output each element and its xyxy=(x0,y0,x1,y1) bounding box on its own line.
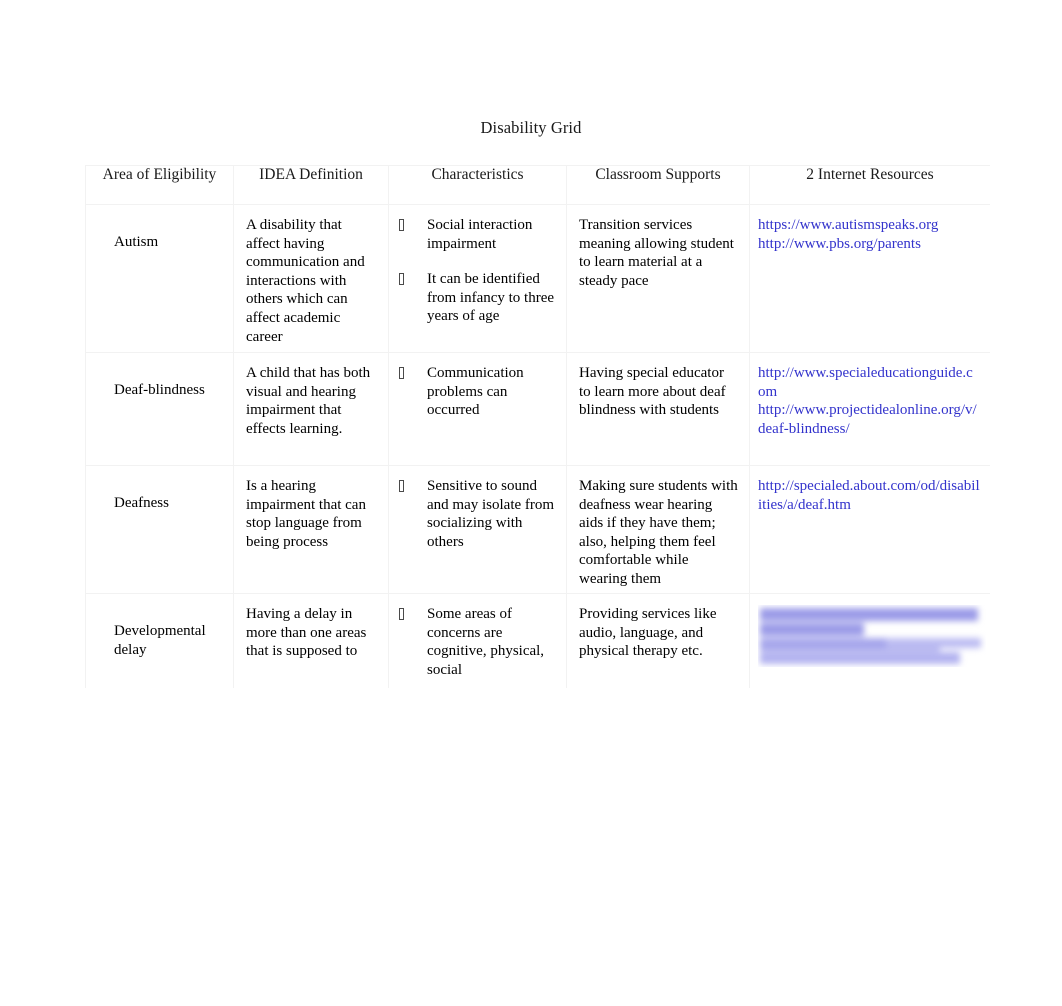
characteristics-list: Social interaction impairment It can be … xyxy=(389,205,566,326)
list-item: Social interaction impairment xyxy=(397,216,560,253)
cell-classroom-supports: Having special educator to learn more ab… xyxy=(566,352,750,466)
definition-text: A disability that affect having communic… xyxy=(246,217,365,345)
cell-characteristics: Social interaction impairment It can be … xyxy=(388,204,567,353)
classroom-support-text: Providing services like audio, language,… xyxy=(579,606,717,660)
page-title: Disability Grid xyxy=(480,118,582,137)
cell-characteristics: Some areas of concerns are cognitive, ph… xyxy=(388,593,567,688)
characteristics-list: Sensitive to sound and may isolate from … xyxy=(389,466,566,551)
cell-internet-resources xyxy=(749,593,990,688)
cell-internet-resources: http://www.specialeducationguide.com htt… xyxy=(749,352,990,466)
table-row: Autism A disability that affect having c… xyxy=(85,204,990,353)
bullet-marker-icon xyxy=(399,608,404,620)
resource-link[interactable]: http://specialed.about.com/od/disabiliti… xyxy=(758,477,980,514)
table-row: Developmental delay Having a delay in mo… xyxy=(85,593,990,688)
eligibility-term: Deafness xyxy=(114,495,169,511)
list-item: Sensitive to sound and may isolate from … xyxy=(397,477,560,551)
cell-classroom-supports: Providing services like audio, language,… xyxy=(566,593,750,688)
cell-area-of-eligibility: Deafness xyxy=(85,465,234,594)
classroom-support-text: Transition services meaning allowing stu… xyxy=(579,217,734,289)
disability-grid-table: Area of Eligibility IDEA Definition Char… xyxy=(85,165,990,688)
cell-idea-definition: Is a hearing impairment that can stop la… xyxy=(233,465,389,594)
disability-grid-container: Area of Eligibility IDEA Definition Char… xyxy=(85,165,990,688)
resource-link[interactable]: https://www.autismspeaks.org xyxy=(758,216,980,235)
bullet-marker-icon xyxy=(399,273,404,286)
eligibility-term: Autism xyxy=(114,234,159,250)
classroom-support-text: Having special educator to learn more ab… xyxy=(579,365,726,419)
characteristic-text: It can be identified from infancy to thr… xyxy=(427,271,555,325)
definition-text: Having a delay in more than one areas th… xyxy=(246,606,367,660)
bullet-marker-icon xyxy=(399,480,404,492)
list-item: Communication problems can occurred xyxy=(397,364,560,420)
cell-characteristics: Communication problems can occurred xyxy=(388,352,567,466)
list-item: Some areas of concerns are cognitive, ph… xyxy=(397,605,560,679)
column-header-classroom-supports: Classroom Supports xyxy=(566,165,750,205)
header-row: Area of Eligibility IDEA Definition Char… xyxy=(85,165,990,205)
characteristic-text: Some areas of concerns are cognitive, ph… xyxy=(427,606,545,678)
characteristic-text: Sensitive to sound and may isolate from … xyxy=(427,478,555,550)
cell-idea-definition: Having a delay in more than one areas th… xyxy=(233,593,389,688)
list-item: It can be identified from infancy to thr… xyxy=(397,270,560,326)
characteristic-text: Social interaction impairment xyxy=(427,217,533,252)
table-body: Autism A disability that affect having c… xyxy=(85,204,990,688)
document-page: Disability Grid Area of Eligibility IDEA… xyxy=(0,0,1062,1006)
bullet-marker-icon xyxy=(399,219,404,231)
redacted-highlighted-text-block xyxy=(758,605,986,667)
resource-link[interactable]: http://www.pbs.org/parents xyxy=(758,235,980,254)
definition-text: A child that has both visual and hearing… xyxy=(246,365,371,437)
cell-idea-definition: A child that has both visual and hearing… xyxy=(233,352,389,466)
table-row: Deaf-blindness A child that has both vis… xyxy=(85,352,990,466)
characteristics-list: Some areas of concerns are cognitive, ph… xyxy=(389,594,566,679)
eligibility-term: Deaf-blindness xyxy=(114,382,205,398)
eligibility-term: Developmental delay xyxy=(114,623,206,658)
cell-internet-resources: https://www.autismspeaks.org http://www.… xyxy=(749,204,990,353)
bullet-marker-icon xyxy=(399,367,404,379)
cell-classroom-supports: Transition services meaning allowing stu… xyxy=(566,204,750,353)
cell-characteristics: Sensitive to sound and may isolate from … xyxy=(388,465,567,594)
resource-link[interactable]: http://www.specialeducationguide.com xyxy=(758,364,980,401)
table-row: Deafness Is a hearing impairment that ca… xyxy=(85,465,990,594)
cell-classroom-supports: Making sure students with deafness wear … xyxy=(566,465,750,594)
classroom-support-text: Making sure students with deafness wear … xyxy=(579,478,738,587)
cell-area-of-eligibility: Autism xyxy=(85,204,234,353)
characteristic-text: Communication problems can occurred xyxy=(427,365,524,419)
column-header-characteristics: Characteristics xyxy=(388,165,567,205)
column-header-idea-definition: IDEA Definition xyxy=(233,165,389,205)
table-header: Area of Eligibility IDEA Definition Char… xyxy=(85,165,990,205)
cell-area-of-eligibility: Developmental delay xyxy=(85,593,234,688)
cell-idea-definition: A disability that affect having communic… xyxy=(233,204,389,353)
cell-area-of-eligibility: Deaf-blindness xyxy=(85,352,234,466)
resource-link[interactable]: http://www.projectidealonline.org/v/deaf… xyxy=(758,401,980,438)
column-header-area-of-eligibility: Area of Eligibility xyxy=(85,165,234,205)
cell-internet-resources: http://specialed.about.com/od/disabiliti… xyxy=(749,465,990,594)
column-header-internet-resources: 2 Internet Resources xyxy=(749,165,990,205)
definition-text: Is a hearing impairment that can stop la… xyxy=(246,478,366,550)
characteristics-list: Communication problems can occurred xyxy=(389,353,566,420)
